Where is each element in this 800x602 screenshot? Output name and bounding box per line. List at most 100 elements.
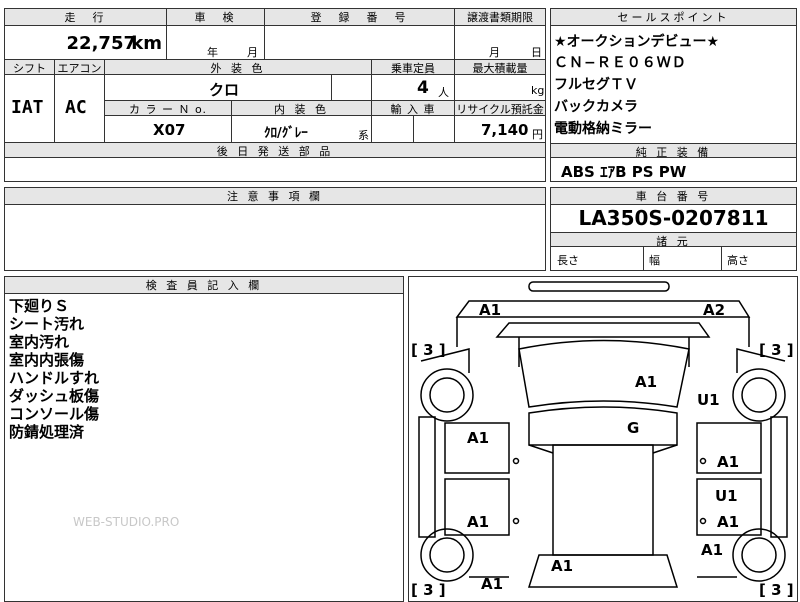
- later-parts-label: 後 日 発 送 部 品: [216, 145, 334, 158]
- damage-mark-right-front-door: A1: [717, 453, 740, 471]
- import-cell-a: [372, 116, 414, 143]
- import-label: 輸 入 車: [390, 103, 436, 116]
- aircon-label: エアコン: [57, 62, 102, 75]
- damage-mark-hood: A1: [635, 373, 658, 391]
- watermark: WEB-STUDIO.PRO: [73, 515, 180, 529]
- transfer-month-unit: 月: [489, 46, 500, 59]
- chassis-box: 車 台 番 号 LA350S-0207811 諸 元 長さ 幅 高さ: [550, 187, 797, 271]
- reg-no-label: 登 録 番 号: [310, 11, 409, 24]
- chassis-title: 車 台 番 号: [635, 190, 712, 203]
- aircon-cell: AC: [55, 75, 105, 143]
- dims-divider: [643, 247, 644, 270]
- damage-mark-tailgate: A1: [551, 557, 574, 575]
- reg-no-header: 登 録 番 号: [265, 9, 455, 26]
- shaken-year-unit: 年: [207, 46, 218, 59]
- reg-no-cell: [265, 26, 455, 60]
- damage-mark-left-front-door: A1: [467, 429, 490, 447]
- damage-mark-right-rear-door: A1: [717, 513, 740, 531]
- mileage-header: 走 行: [5, 9, 167, 26]
- dims-divider: [721, 247, 722, 270]
- capacity-value: 4: [417, 78, 429, 98]
- ext-color-label: 外 装 色: [210, 62, 266, 75]
- shift-label: シフト: [13, 62, 46, 75]
- color-no-value: X07: [153, 121, 186, 139]
- damage-mark-right-fender: U1: [697, 391, 720, 409]
- transfer-deadline-label: 譲渡書類期限: [467, 11, 533, 24]
- damage-mark-right-rear-door-u: U1: [715, 487, 738, 505]
- color-no-cell: X07: [105, 116, 232, 143]
- mileage-label: 走 行: [64, 11, 107, 24]
- max-load-label: 最大積載量: [472, 62, 528, 75]
- aircon-header: エアコン: [55, 60, 105, 75]
- int-color-header: 内 装 色: [232, 101, 372, 116]
- aircon-value: AC: [65, 97, 87, 118]
- tire-right-bottom: [ 3 ]: [759, 581, 794, 599]
- shift-value: IAT: [11, 97, 44, 118]
- notes-header: 注 意 事 項 欄: [5, 188, 545, 205]
- import-header: 輸 入 車: [372, 101, 455, 116]
- damage-mark-left-rear-door: A1: [467, 513, 490, 531]
- transfer-deadline-cell: 月 日: [455, 26, 545, 60]
- vehicle-info-table: 走 行 車 検 登 録 番 号 譲渡書類期限 22,757 km 年 月 月 日…: [4, 8, 546, 182]
- import-cell-b: [414, 116, 455, 143]
- recycle-value: 7,140: [481, 121, 529, 139]
- equipment-title: 純 正 装 備: [635, 146, 712, 159]
- inspector-header: 検 査 員 記 入 欄: [5, 277, 403, 294]
- shift-cell: IAT: [5, 75, 55, 143]
- shift-header: シフト: [5, 60, 55, 75]
- length-label: 長さ: [557, 254, 579, 267]
- mileage-value: 22,757: [66, 33, 136, 54]
- inspector-box: 検 査 員 記 入 欄 下廻りＳ シート汚れ 室内汚れ 室内内張傷 ハンドルすれ…: [4, 276, 404, 602]
- selling-point-line: ＣＮ−ＲＥ０６ＷＤ: [554, 55, 687, 71]
- ext-color-value: クロ: [209, 81, 240, 99]
- tire-right-top: [ 3 ]: [759, 341, 794, 359]
- dims-title: 諸 元: [656, 235, 691, 248]
- dims-header: 諸 元: [551, 232, 796, 248]
- notes-box: 注 意 事 項 欄: [4, 187, 546, 271]
- inspector-note: 防錆処理済: [9, 423, 85, 441]
- selling-point-line: 電動格納ミラー: [554, 121, 652, 137]
- width-label: 幅: [649, 254, 660, 267]
- color-no-label: カ ラ ー Ｎ o.: [128, 103, 208, 116]
- selling-point-line: バックカメラ: [554, 99, 638, 115]
- height-label: 高さ: [727, 254, 749, 267]
- equipment-header: 純 正 装 備: [551, 143, 796, 159]
- int-color-cell: ｸﾛ/ｸﾞﾚｰ 系: [232, 116, 372, 143]
- recycle-cell: 7,140 円: [455, 116, 545, 143]
- shaken-month-unit: 月: [247, 46, 258, 59]
- damage-mark-right-quarter: A1: [701, 541, 724, 559]
- inspector-title: 検 査 員 記 入 欄: [145, 279, 263, 292]
- transfer-day-unit: 日: [531, 46, 542, 59]
- shaken-header: 車 検: [167, 9, 265, 26]
- selling-point-line: ★オークションデビュー★: [554, 34, 720, 50]
- selling-point-line: フルセグＴＶ: [554, 77, 638, 93]
- ext-color-extra-cell: [332, 75, 372, 101]
- tire-left-bottom: [ 3 ]: [411, 581, 446, 599]
- tire-left-top: [ 3 ]: [411, 341, 446, 359]
- selling-points-box: セールスポイント ★オークションデビュー★ ＣＮ−ＲＥ０６ＷＤ フルセグＴＶ バ…: [550, 8, 797, 182]
- int-color-suffix: 系: [358, 129, 369, 142]
- selling-points-header: セールスポイント: [551, 9, 796, 26]
- ext-color-header: 外 装 色: [105, 60, 372, 75]
- ext-color-cell: クロ: [105, 75, 332, 101]
- car-diagram-box: [ 3 ] [ 3 ] [ 3 ] [ 3 ] A1 A2 A1 U1 G A1…: [408, 276, 798, 602]
- recycle-unit: 円: [532, 128, 543, 141]
- capacity-cell: 4 人: [372, 75, 455, 101]
- equipment-value: ABS ｴｱB PS PW: [561, 163, 687, 181]
- later-parts-header: 後 日 発 送 部 品: [5, 143, 545, 158]
- max-load-unit: kg: [531, 84, 545, 97]
- int-color-value: ｸﾛ/ｸﾞﾚｰ: [264, 126, 308, 141]
- shaken-cell: 年 月: [167, 26, 265, 60]
- capacity-unit: 人: [438, 86, 449, 99]
- damage-mark-front-left: A1: [479, 301, 502, 319]
- recycle-label: リサイクル預託金: [456, 103, 544, 116]
- selling-points-title: セールスポイント: [617, 11, 730, 24]
- capacity-label: 乗車定員: [391, 62, 435, 75]
- max-load-header: 最大積載量: [455, 60, 545, 75]
- mileage-cell: 22,757 km: [5, 26, 167, 60]
- recycle-header: リサイクル預託金: [455, 101, 545, 116]
- notes-title: 注 意 事 項 欄: [227, 190, 323, 203]
- shaken-label: 車 検: [194, 11, 237, 24]
- max-load-cell: kg: [455, 75, 545, 101]
- transfer-deadline-header: 譲渡書類期限: [455, 9, 545, 26]
